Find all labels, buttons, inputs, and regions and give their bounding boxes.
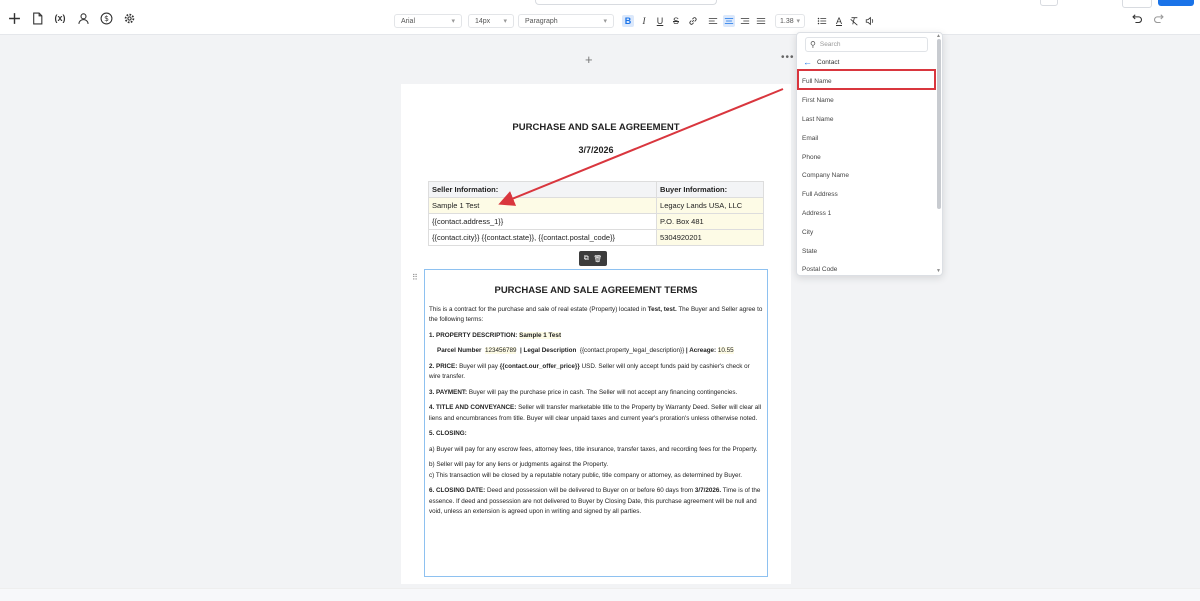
block-type-value: Paragraph <box>525 17 558 25</box>
align-center-icon[interactable] <box>723 15 735 27</box>
terms-section-4: 4. TITLE AND CONVEYANCE: Seller will tra… <box>429 404 762 422</box>
font-family-select[interactable]: Arial ▾ <box>394 14 462 28</box>
search-placeholder: Search <box>819 41 841 48</box>
add-icon[interactable] <box>6 10 22 26</box>
document-title-tab[interactable] <box>535 0 717 5</box>
undo-icon[interactable] <box>1128 10 1144 26</box>
secondary-button[interactable] <box>1122 0 1152 8</box>
scrollbar-thumb[interactable] <box>937 39 941 209</box>
table-header-seller: Seller Information: <box>427 181 658 198</box>
variable-icon[interactable]: (x) <box>52 10 68 26</box>
back-label: Contact <box>817 58 840 66</box>
strikethrough-icon[interactable]: S <box>670 15 682 27</box>
terms-section-5b: b) Seller will pay for any liens or judg… <box>429 461 609 468</box>
user-icon[interactable] <box>75 10 91 26</box>
document-icon[interactable] <box>29 10 45 26</box>
field-postal-code[interactable]: Postal Code <box>802 266 837 273</box>
field-full-address[interactable]: Full Address <box>802 191 838 198</box>
editor-toolbar: (x) $ Arial ▾ 14px ▾ Paragraph ▾ B I U S… <box>0 0 1200 35</box>
bullet-list-icon[interactable] <box>816 15 828 27</box>
text-color-icon[interactable]: A <box>833 15 845 27</box>
field-city[interactable]: City <box>802 229 813 236</box>
more-options-icon[interactable]: ••• <box>781 52 795 63</box>
buyer-phone-cell[interactable]: 5304920201 <box>656 229 764 246</box>
align-left-icon[interactable] <box>707 15 719 27</box>
redo-icon[interactable] <box>1151 10 1167 26</box>
font-size-value: 14px <box>475 17 491 25</box>
block-type-select[interactable]: Paragraph ▾ <box>518 14 614 28</box>
terms-section-5c: c) This transaction will be closed by a … <box>429 471 743 479</box>
field-state[interactable]: State <box>802 248 817 255</box>
chevron-down-icon: ▾ <box>603 18 607 25</box>
field-email[interactable]: Email <box>802 135 818 142</box>
annotation-highlight-box <box>797 69 936 90</box>
line-height-select[interactable]: 1.38 ▾ <box>775 14 805 28</box>
field-phone[interactable]: Phone <box>802 154 821 161</box>
chevron-down-icon: ▾ <box>796 18 800 25</box>
search-input[interactable]: ⚲ Search <box>805 37 928 52</box>
terms-section-3: 3. PAYMENT: Buyer will pay the purchase … <box>429 388 738 396</box>
party-info-table: Seller Information: Buyer Information: S… <box>427 181 764 246</box>
chevron-down-icon: ▾ <box>451 18 455 25</box>
scroll-down-icon[interactable]: ▼ <box>936 268 941 274</box>
chevron-down-icon: ▾ <box>503 18 507 25</box>
field-company-name[interactable]: Company Name <box>802 172 849 179</box>
toolbar-control[interactable] <box>1040 0 1058 6</box>
table-header-buyer: Buyer Information: <box>656 181 764 198</box>
gear-icon[interactable] <box>121 10 137 26</box>
clear-format-icon[interactable] <box>848 15 860 27</box>
table-row: Seller Information: Buyer Information: <box>427 181 764 198</box>
link-icon[interactable] <box>687 15 699 27</box>
italic-icon[interactable]: I <box>638 15 650 27</box>
primary-button[interactable] <box>1158 0 1194 6</box>
table-row: {{contact.city}} {{contact.state}}, {{co… <box>427 229 764 246</box>
drag-handle-icon[interactable]: ⠿ <box>412 273 422 285</box>
add-block-icon[interactable]: + <box>585 52 593 67</box>
underline-icon[interactable]: U <box>654 15 666 27</box>
seller-name-cell[interactable]: Sample 1 Test <box>427 197 658 214</box>
terms-section-6: 6. CLOSING DATE: Deed and possession wil… <box>429 487 761 515</box>
terms-section-5a: a) Buyer will pay for any escrow fees, a… <box>429 445 758 453</box>
back-to-contact-button[interactable]: ← Contact <box>803 57 839 67</box>
seller-address-cell[interactable]: {{contact.address_1}} <box>427 213 658 230</box>
buyer-name-cell[interactable]: Legacy Lands USA, LLC <box>656 197 764 214</box>
trash-icon[interactable]: 🗑 <box>593 255 602 263</box>
terms-section-5: 5. CLOSING: <box>429 430 467 437</box>
terms-block[interactable]: PURCHASE AND SALE AGREEMENT TERMS This i… <box>424 269 768 577</box>
table-row: {{contact.address_1}} P.O. Box 481 <box>427 213 764 230</box>
field-last-name[interactable]: Last Name <box>802 116 833 123</box>
terms-parcel-line: Parcel Number 123456789 | Legal Descript… <box>437 347 734 354</box>
document-title: PURCHASE AND SALE AGREEMENT <box>512 122 680 133</box>
font-size-select[interactable]: 14px ▾ <box>468 14 514 28</box>
font-family-value: Arial <box>401 17 416 25</box>
seller-city-cell[interactable]: {{contact.city}} {{contact.state}}, {{co… <box>427 229 658 246</box>
buyer-address-cell[interactable]: P.O. Box 481 <box>656 213 764 230</box>
speaker-icon[interactable] <box>864 15 876 27</box>
document-date: 3/7/2026 <box>578 145 614 155</box>
terms-section-1: 1. PROPERTY DESCRIPTION: Sample 1 Test <box>429 331 562 339</box>
align-right-icon[interactable] <box>739 15 751 27</box>
terms-section-2: 2. PRICE: Buyer will pay {{contact.our_o… <box>429 362 750 381</box>
status-strip <box>0 588 1200 601</box>
field-address-1[interactable]: Address 1 <box>802 210 831 217</box>
align-justify-icon[interactable] <box>755 15 767 27</box>
terms-title: PURCHASE AND SALE AGREEMENT TERMS <box>494 285 698 296</box>
svg-text:$: $ <box>104 13 109 22</box>
arrow-left-icon: ← <box>803 57 812 67</box>
duplicate-icon[interactable]: ⧉ <box>584 255 589 263</box>
bold-icon[interactable]: B <box>622 15 634 27</box>
search-icon: ⚲ <box>810 40 816 49</box>
field-first-name[interactable]: First Name <box>802 97 834 104</box>
block-toolbar: ⧉ 🗑 <box>579 251 607 266</box>
terms-intro: This is a contract for the purchase and … <box>429 305 763 324</box>
dollar-icon[interactable]: $ <box>98 10 114 26</box>
line-height-value: 1.38 <box>780 17 794 25</box>
table-row: Sample 1 Test Legacy Lands USA, LLC <box>427 197 764 214</box>
